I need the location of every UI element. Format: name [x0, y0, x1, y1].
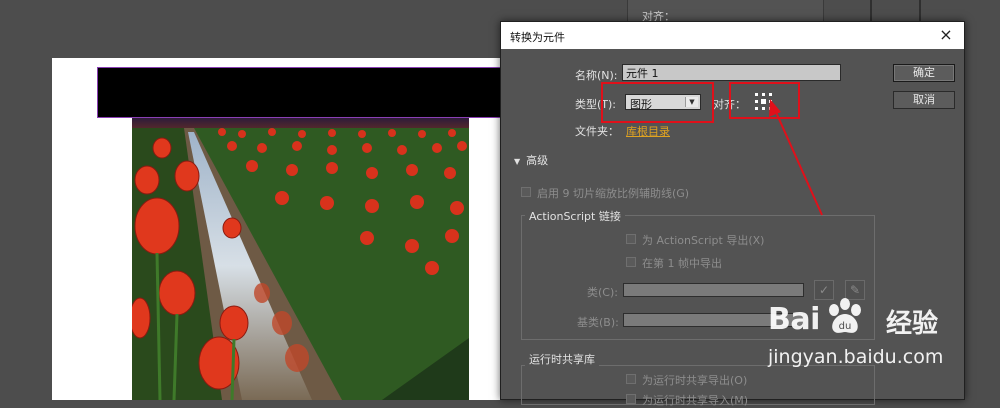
watermark-brand-left: Bai — [768, 302, 820, 337]
paw-logo-icon: du — [829, 298, 861, 333]
watermark-url: jingyan.baidu.com — [768, 346, 944, 368]
annotation-arrow — [769, 99, 823, 216]
svg-text:du: du — [839, 321, 852, 332]
watermark-brand-right: 经验 — [886, 309, 939, 339]
